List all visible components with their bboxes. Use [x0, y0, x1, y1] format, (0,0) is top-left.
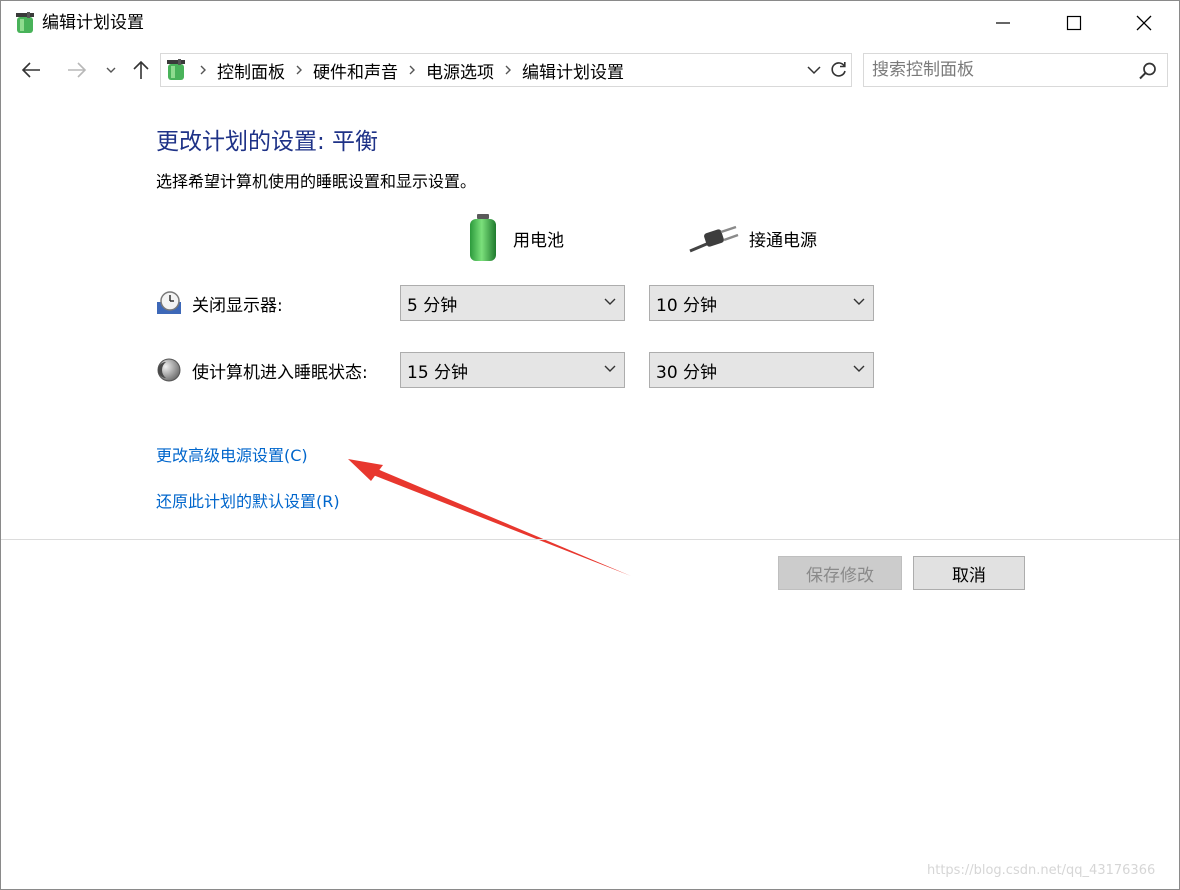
display-clock-icon: [157, 291, 181, 314]
sleep-moon-icon: [157, 358, 181, 382]
save-changes-button[interactable]: 保存修改: [778, 556, 902, 590]
refresh-icon: [830, 62, 846, 77]
breadcrumb-power-options[interactable]: 电源选项: [424, 58, 496, 83]
column-header-battery: 用电池: [463, 213, 564, 263]
footer-divider: [1, 539, 1179, 540]
sleep-battery-select[interactable]: 15 分钟: [400, 352, 625, 388]
chevron-right-icon[interactable]: [191, 65, 215, 75]
annotation-arrow: [348, 459, 631, 576]
minimize-button[interactable]: [968, 1, 1038, 45]
arrow-right-icon: [68, 62, 87, 78]
maximize-button[interactable]: [1039, 1, 1109, 45]
breadcrumb-control-panel[interactable]: 控制面板: [215, 58, 287, 83]
up-button[interactable]: [127, 55, 155, 85]
title-bar: 编辑计划设置: [1, 1, 1179, 45]
maximize-icon: [1066, 15, 1082, 31]
display-battery-select[interactable]: 5 分钟: [400, 285, 625, 321]
back-button[interactable]: [15, 55, 47, 85]
control-panel-icon: [167, 59, 185, 80]
power-options-icon: [16, 12, 34, 33]
window-title: 编辑计划设置: [42, 13, 144, 33]
display-plugged-select[interactable]: 10 分钟: [649, 285, 874, 321]
sleep-battery-value: 15 分钟: [407, 362, 469, 383]
chevron-down-icon: [106, 67, 116, 73]
chevron-right-icon[interactable]: [400, 65, 424, 75]
breadcrumb: 控制面板 硬件和声音 电源选项 编辑计划设置: [191, 54, 626, 86]
chevron-right-icon[interactable]: [496, 65, 520, 75]
search-icon[interactable]: [1138, 61, 1158, 81]
minimize-icon: [996, 22, 1010, 24]
search-box[interactable]: [863, 53, 1168, 87]
watermark-text: https://blog.csdn.net/qq_43176366: [927, 863, 1156, 878]
control-panel-window: 编辑计划设置 控制面板 硬件和声音 电源选项 编辑计划设置 搜索控制面板 更改计…: [0, 0, 1180, 890]
setting-label-sleep: 使计算机进入睡眠状态:: [192, 362, 368, 383]
plugged-in-column-label: 接通电源: [749, 230, 817, 251]
close-icon: [1136, 15, 1152, 31]
power-plug-icon: [689, 225, 739, 253]
arrow-up-icon: [133, 60, 149, 79]
column-header-plugged-in: 接通电源: [689, 213, 817, 263]
setting-row-display: 关闭显示器:: [156, 289, 283, 317]
close-button[interactable]: [1109, 1, 1179, 45]
recent-locations-button[interactable]: [101, 55, 121, 85]
refresh-button[interactable]: [826, 53, 852, 87]
battery-column-label: 用电池: [513, 230, 564, 251]
chevron-right-icon[interactable]: [287, 65, 311, 75]
chevron-down-icon: [604, 365, 616, 372]
chevron-down-icon: [853, 298, 865, 305]
battery-icon: [470, 214, 496, 261]
chevron-down-icon: [807, 66, 821, 75]
breadcrumb-hardware-sound[interactable]: 硬件和声音: [311, 58, 400, 83]
page-description: 选择希望计算机使用的睡眠设置和显示设置。: [156, 172, 477, 191]
chevron-down-icon: [604, 298, 616, 305]
forward-button[interactable]: [61, 55, 93, 85]
display-plugged-value: 10 分钟: [656, 295, 718, 316]
navigation-bar: 控制面板 硬件和声音 电源选项 编辑计划设置: [1, 49, 1179, 91]
address-history-dropdown[interactable]: [803, 54, 825, 86]
restore-defaults-link[interactable]: 还原此计划的默认设置(R): [156, 491, 340, 513]
display-battery-value: 5 分钟: [407, 295, 458, 316]
address-bar[interactable]: 控制面板 硬件和声音 电源选项 编辑计划设置: [160, 53, 852, 87]
page-title: 更改计划的设置: 平衡: [156, 129, 379, 155]
advanced-power-settings-link[interactable]: 更改高级电源设置(C): [156, 445, 308, 467]
sleep-plugged-select[interactable]: 30 分钟: [649, 352, 874, 388]
breadcrumb-edit-plan[interactable]: 编辑计划设置: [520, 58, 626, 83]
search-input[interactable]: [872, 58, 1132, 82]
cancel-button[interactable]: 取消: [913, 556, 1025, 590]
chevron-down-icon: [853, 365, 865, 372]
setting-label-display: 关闭显示器:: [192, 295, 283, 316]
arrow-left-icon: [21, 62, 40, 78]
sleep-plugged-value: 30 分钟: [656, 362, 718, 383]
setting-row-sleep: 使计算机进入睡眠状态:: [156, 356, 368, 384]
